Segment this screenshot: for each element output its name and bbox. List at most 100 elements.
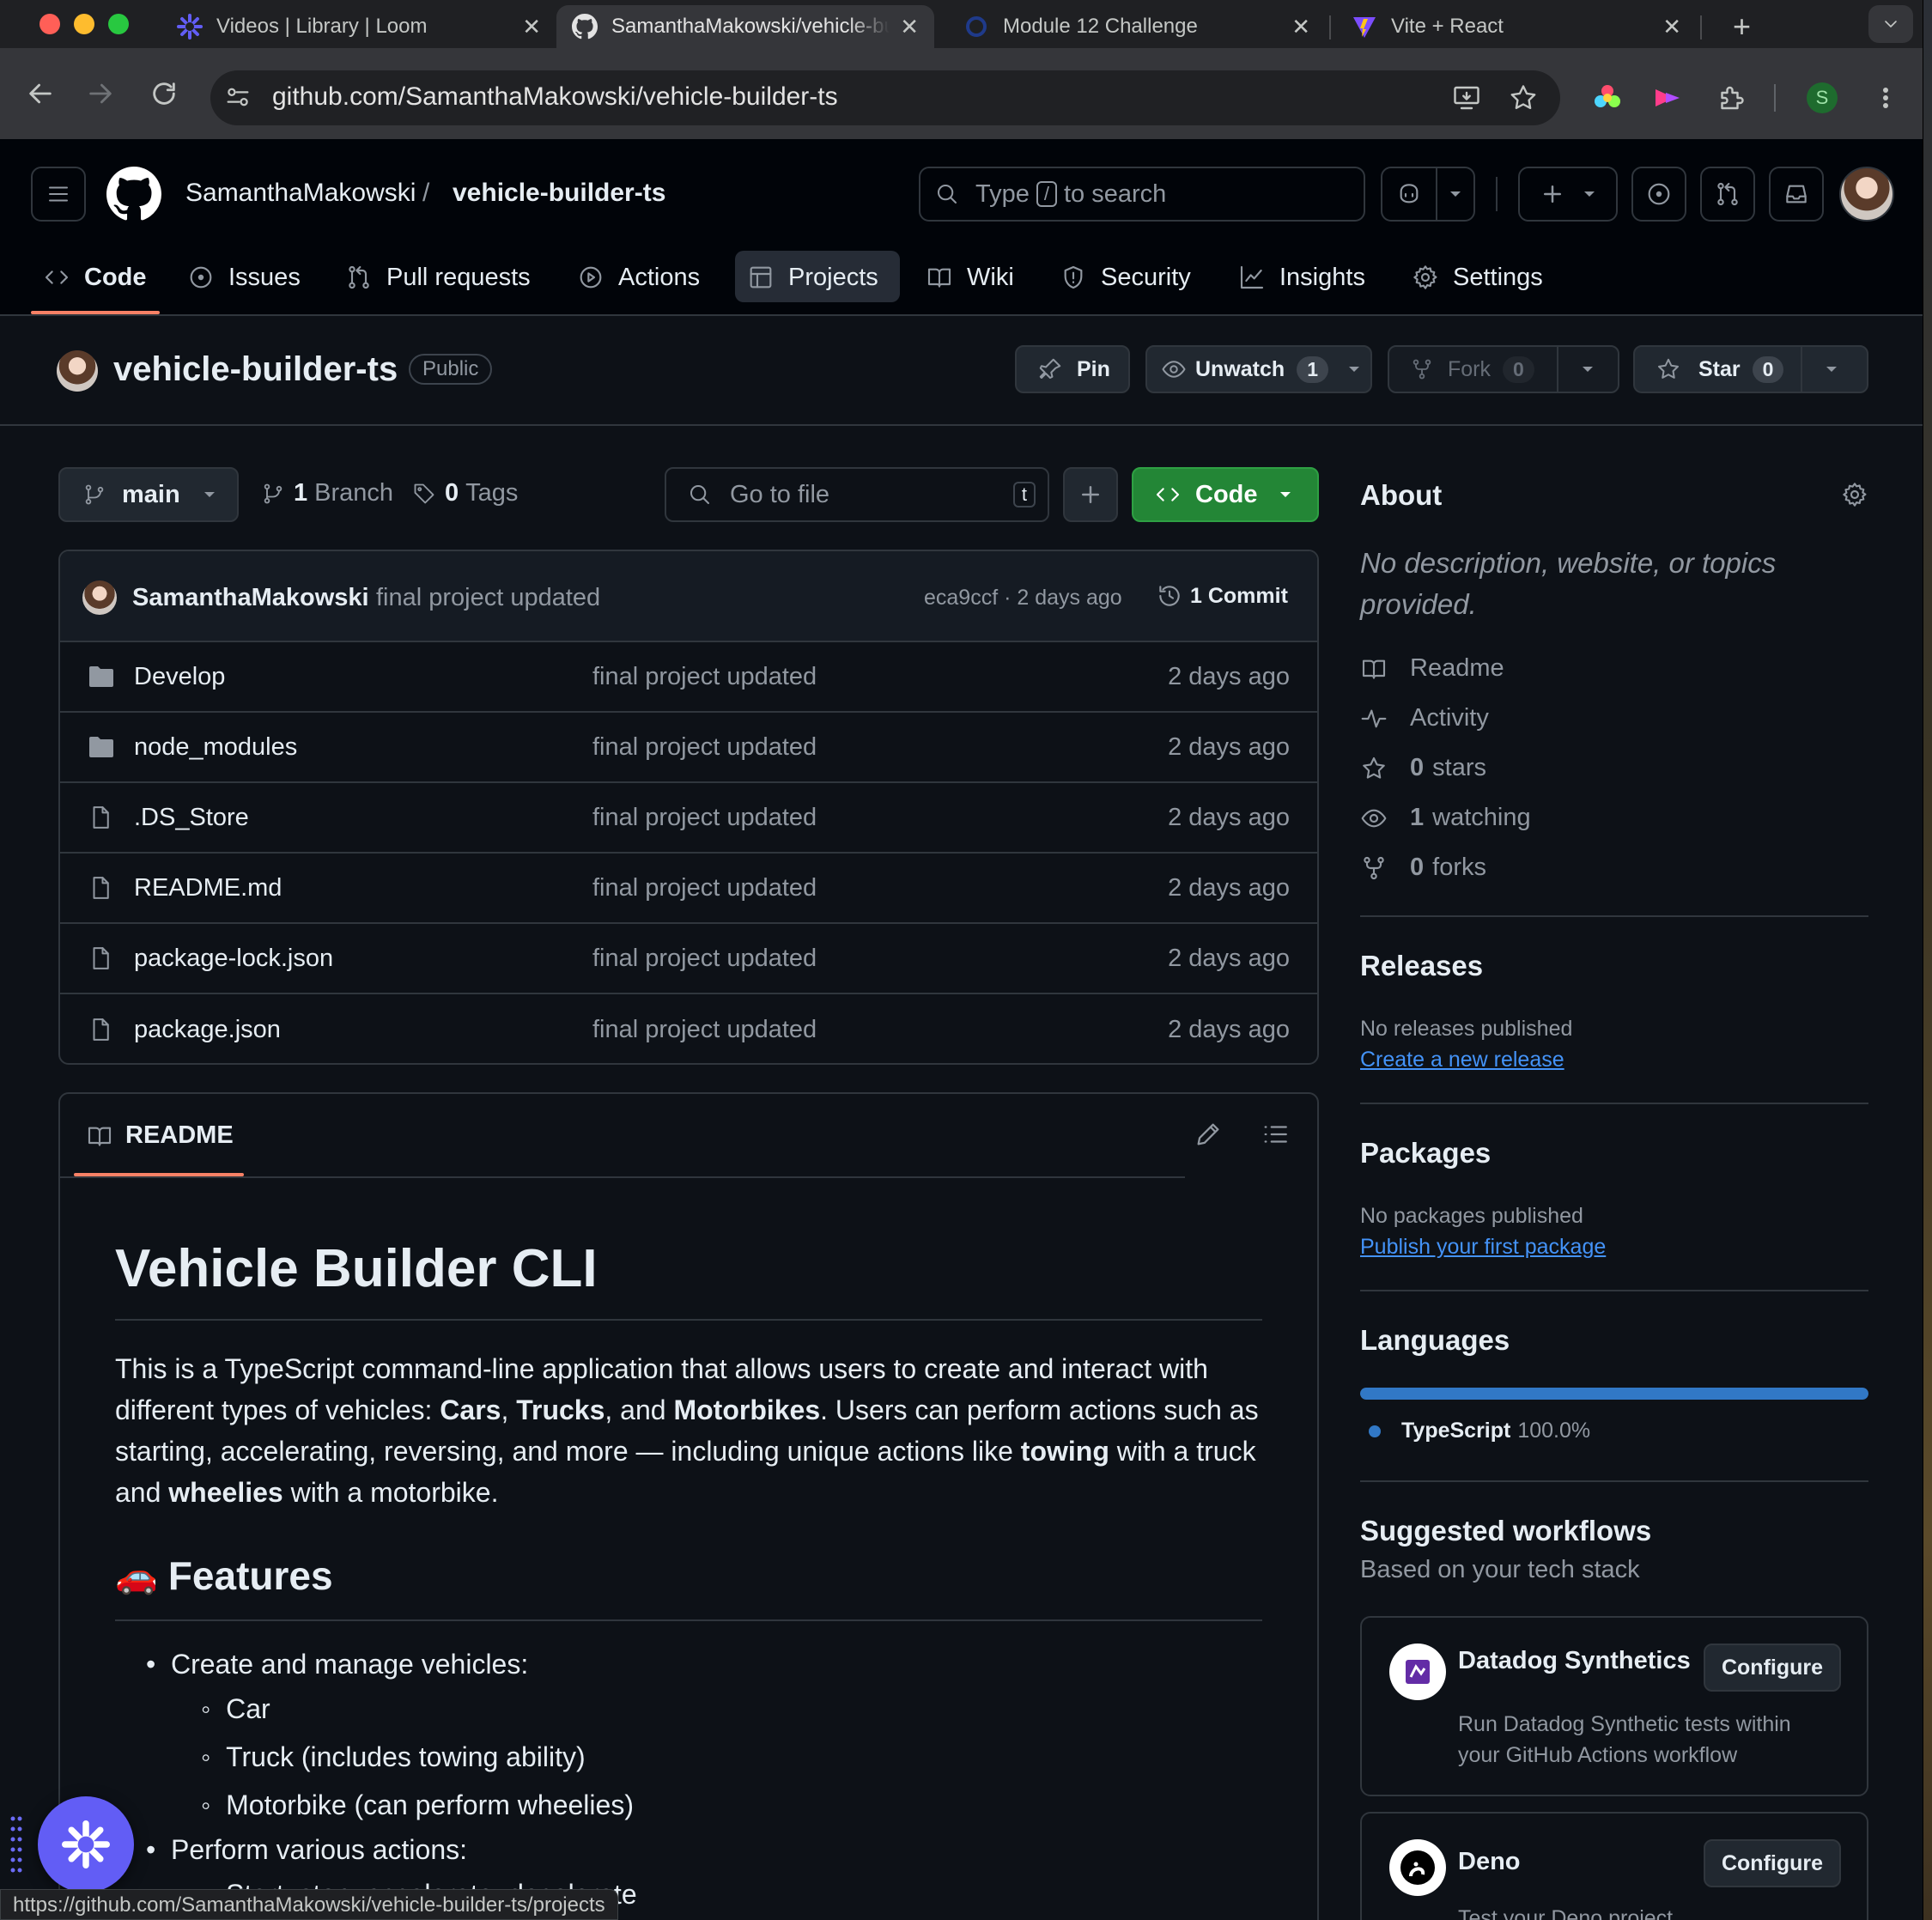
table-row[interactable]: Develop final project updated 2 days ago [60, 642, 1317, 713]
tab-wiki[interactable]: Wiki [926, 249, 1014, 306]
minimize-window-button[interactable] [74, 14, 94, 34]
tab-settings[interactable]: Settings [1412, 249, 1543, 306]
inbox-button[interactable] [1769, 167, 1824, 222]
file-name[interactable]: .DS_Store [134, 804, 249, 832]
watching-link[interactable]: 1 watching [1360, 804, 1531, 832]
commit-author[interactable]: SamanthaMakowski [132, 584, 369, 612]
chevron-down-icon [1584, 191, 1595, 197]
activity-link[interactable]: Activity [1360, 704, 1489, 732]
issue-icon [1648, 183, 1670, 205]
new-tab-button[interactable]: + [1733, 9, 1751, 45]
commit-hash-time[interactable]: eca9ccf · 2 days ago [924, 586, 1122, 611]
repo-title[interactable]: vehicle-builder-ts [113, 350, 398, 389]
readme-link[interactable]: Readme [1360, 654, 1504, 683]
record-extension-icon[interactable] [1652, 82, 1683, 113]
browser-tab-module[interactable]: Module 12 Challenge ✕ [948, 5, 1326, 48]
file-name[interactable]: package.json [134, 1016, 281, 1044]
create-release-link[interactable]: Create a new release [1360, 1048, 1564, 1072]
table-row[interactable]: node_modules final project updated 2 days … [60, 713, 1317, 783]
about-description: No description, website, or topics provi… [1360, 547, 1777, 620]
commit-message[interactable]: final project updated [376, 584, 600, 612]
file-commit-message[interactable]: final project updated [592, 1016, 817, 1044]
go-to-file-input[interactable]: Go to file t [665, 467, 1049, 522]
tab-security[interactable]: Security [1060, 249, 1191, 306]
file-name[interactable]: Develop [134, 663, 225, 691]
star-button[interactable]: Star 0 [1633, 345, 1868, 393]
tab-projects[interactable]: Projects [747, 249, 878, 306]
file-name[interactable]: node_modules [134, 733, 297, 762]
tags-link[interactable]: 0 Tags [412, 479, 518, 507]
close-tab-icon[interactable]: ✕ [1291, 14, 1310, 40]
fork-button[interactable]: Fork 0 [1388, 345, 1619, 393]
site-info-icon[interactable] [223, 82, 252, 112]
table-row[interactable]: package.json final project updated 2 days … [60, 994, 1317, 1063]
extensions-icon[interactable] [1716, 82, 1747, 113]
pull-requests-header-button[interactable] [1700, 167, 1755, 222]
close-window-button[interactable] [39, 14, 60, 34]
releases-heading[interactable]: Releases [1360, 950, 1483, 982]
close-tab-icon[interactable]: ✕ [1662, 14, 1681, 40]
publish-package-link[interactable]: Publish your first package [1360, 1235, 1606, 1260]
readme-tab[interactable]: README [86, 1121, 234, 1150]
outline-list-icon[interactable] [1261, 1120, 1290, 1149]
edit-pencil-icon[interactable] [1194, 1120, 1223, 1149]
file-commit-message[interactable]: final project updated [592, 733, 817, 762]
tab-actions[interactable]: Actions [577, 249, 700, 306]
copilot-button[interactable] [1381, 167, 1475, 222]
tab-issues[interactable]: Issues [187, 249, 301, 306]
close-tab-icon[interactable]: ✕ [900, 14, 919, 40]
commits-history-link[interactable]: 1 Commit [1156, 582, 1288, 610]
file-commit-message[interactable]: final project updated [592, 874, 817, 902]
header-divider [1496, 177, 1498, 211]
tab-pull-requests[interactable]: Pull requests [345, 249, 531, 306]
drag-handle[interactable] [9, 1814, 24, 1882]
table-row[interactable]: .DS_Store final project updated 2 days ago [60, 783, 1317, 854]
browser-tab-vite[interactable]: Vite + React ✕ [1336, 5, 1697, 48]
maximize-window-button[interactable] [108, 14, 129, 34]
forks-link[interactable]: 0 forks [1360, 854, 1486, 882]
close-tab-icon[interactable]: ✕ [522, 14, 541, 40]
unwatch-button[interactable]: Unwatch 1 [1145, 345, 1372, 393]
color-extension-icon[interactable] [1592, 82, 1623, 113]
browser-tab-github[interactable]: SamanthaMakowski/vehicle-builder-ts ✕ [556, 5, 934, 48]
configure-button[interactable]: Configure [1704, 1839, 1841, 1887]
create-new-button[interactable] [1518, 167, 1618, 222]
loom-record-button[interactable] [38, 1796, 134, 1893]
back-icon[interactable] [26, 79, 55, 108]
code-dropdown-button[interactable]: Code [1132, 467, 1319, 522]
file-commit-message[interactable]: final project updated [592, 804, 817, 832]
breadcrumb-repo[interactable]: vehicle-builder-ts [453, 179, 665, 208]
hamburger-menu-button[interactable] [31, 167, 86, 222]
about-settings-gear-icon[interactable] [1841, 481, 1868, 508]
pin-button[interactable]: Pin [1015, 345, 1130, 393]
add-file-button[interactable] [1063, 467, 1118, 522]
branch-selector[interactable]: main [58, 467, 239, 522]
reload-icon[interactable] [149, 79, 179, 108]
branches-link[interactable]: 1 Branch [261, 479, 393, 507]
table-row[interactable]: package-lock.json final project updated 2 … [60, 924, 1317, 994]
packages-heading[interactable]: Packages [1360, 1137, 1491, 1170]
language-typescript[interactable]: TypeScript 100.0% [1360, 1419, 1590, 1443]
profile-avatar[interactable]: S [1807, 82, 1838, 113]
breadcrumb-owner[interactable]: SamanthaMakowski [185, 179, 416, 208]
tab-search-button[interactable] [1868, 5, 1913, 43]
github-logo-icon[interactable] [106, 167, 161, 222]
file-commit-message[interactable]: final project updated [592, 663, 817, 691]
install-app-icon[interactable] [1451, 82, 1482, 113]
table-row[interactable]: README.md final project updated 2 days ago [60, 854, 1317, 924]
browser-tab-loom[interactable]: Videos | Library | Loom ✕ [161, 5, 556, 48]
user-avatar[interactable] [1839, 167, 1894, 222]
tab-code[interactable]: Code [43, 249, 147, 306]
file-name[interactable]: README.md [134, 874, 282, 902]
issues-header-button[interactable] [1631, 167, 1686, 222]
configure-button[interactable]: Configure [1704, 1644, 1841, 1692]
global-search-input[interactable]: Type / to search [919, 167, 1365, 222]
forward-icon[interactable] [86, 79, 115, 108]
file-name[interactable]: package-lock.json [134, 945, 333, 973]
play-icon [580, 266, 602, 289]
stars-link[interactable]: 0 stars [1360, 754, 1486, 782]
file-commit-message[interactable]: final project updated [592, 945, 817, 973]
bookmark-star-icon[interactable] [1508, 82, 1539, 113]
tab-insights[interactable]: Insights [1238, 249, 1365, 306]
browser-menu-icon[interactable] [1870, 82, 1901, 113]
